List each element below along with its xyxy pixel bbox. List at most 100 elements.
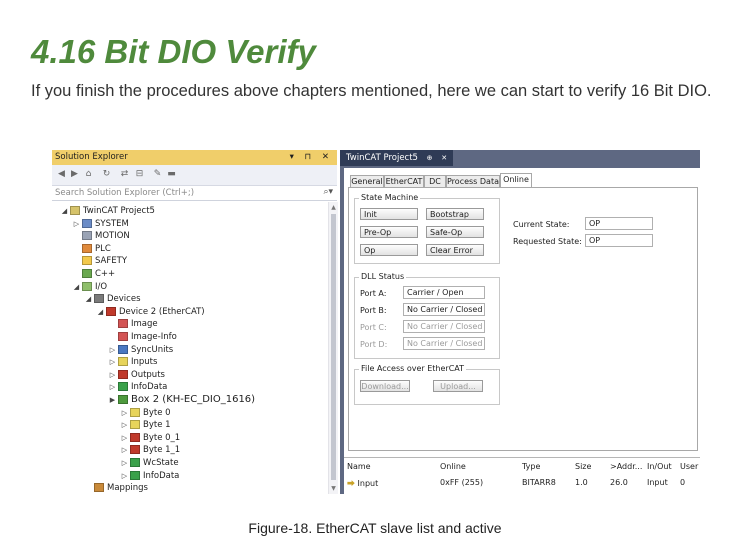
tree-item-label: InfoData: [143, 470, 180, 481]
scroll-down-icon[interactable]: ▼: [329, 485, 338, 492]
solution-explorer-panel: Solution Explorer ▾ ⊓ ✕ ◀ ▶ ⌂ ↻ ⇄ ⊟ ✎ ▬ …: [52, 150, 338, 494]
expand-arrow-icon[interactable]: ▷: [72, 218, 81, 230]
row-user: 0: [680, 478, 686, 487]
tree-item-label: WcState: [143, 458, 179, 468]
tree-node-icon: [82, 256, 92, 266]
tree-item[interactable]: ▷ Byte 1: [120, 419, 171, 431]
expand-arrow-icon[interactable]: ▷: [120, 457, 129, 469]
device-editor: General EtherCAT DC Process Data Online …: [344, 168, 700, 495]
expand-arrow-icon[interactable]: ◢: [72, 281, 81, 293]
expand-arrow-icon[interactable]: ▷: [108, 356, 117, 368]
expand-arrow-icon[interactable]: ▷: [108, 344, 117, 356]
column-header-size[interactable]: Size: [575, 462, 591, 471]
tree-item[interactable]: ▷ InfoData: [120, 470, 179, 482]
tree-item[interactable]: ◢ I/O: [72, 281, 107, 293]
tree-item[interactable]: ▷ SyncUnits: [108, 344, 173, 356]
tree-node-icon: [118, 395, 128, 404]
clear-error-button[interactable]: Clear Error: [426, 244, 484, 256]
bootstrap-button[interactable]: Bootstrap: [426, 208, 484, 220]
tree-item[interactable]: Mappings: [84, 482, 148, 494]
tree-item[interactable]: ▷ InfoData: [108, 381, 167, 393]
tree-item[interactable]: Image: [108, 318, 158, 330]
search-icon[interactable]: ⌕▾: [323, 187, 333, 197]
expand-arrow-icon[interactable]: ▷: [120, 444, 129, 456]
solution-explorer-titlebar: Solution Explorer ▾ ⊓ ✕: [52, 150, 337, 165]
requested-state-field: OP: [585, 234, 653, 247]
sync-icon[interactable]: ⇄: [119, 169, 130, 180]
online-tab-pane: State Machine Init Bootstrap Pre-Op Safe…: [348, 187, 698, 451]
forward-icon[interactable]: ▶: [69, 169, 80, 180]
expand-arrow-icon[interactable]: ▷: [120, 407, 129, 419]
tree-item[interactable]: PLC: [72, 243, 111, 255]
pre-op-button[interactable]: Pre-Op: [360, 226, 418, 238]
close-icon[interactable]: ✕: [441, 154, 447, 162]
tree-item[interactable]: MOTION: [72, 230, 130, 242]
solution-explorer-toolbar: ◀ ▶ ⌂ ↻ ⇄ ⊟ ✎ ▬: [52, 165, 337, 186]
preview-icon[interactable]: ▬: [166, 169, 177, 180]
tree-node-icon: [130, 407, 140, 417]
window-controls[interactable]: ▾ ⊓ ✕: [290, 152, 333, 162]
tree-item[interactable]: ▶ Box 2 (KH-EC_DIO_1616): [108, 394, 255, 406]
collapse-all-icon[interactable]: ⊟: [134, 169, 145, 180]
column-header-inout[interactable]: In/Out: [647, 462, 672, 471]
tree-item[interactable]: ▷ WcState: [120, 457, 179, 469]
expand-arrow-icon[interactable]: ▷: [120, 470, 129, 482]
tree-item[interactable]: ◢ Device 2 (EtherCAT): [96, 306, 205, 318]
expand-arrow-icon[interactable]: ▶: [108, 394, 117, 406]
column-header-name[interactable]: Name: [347, 462, 371, 471]
expand-arrow-icon[interactable]: ▷: [108, 369, 117, 381]
tree-node-icon: [130, 458, 140, 467]
pin-icon[interactable]: ⊕: [427, 154, 433, 162]
safe-op-button[interactable]: Safe-Op: [426, 226, 484, 238]
requested-state-label: Requested State:: [513, 237, 582, 246]
tree-item-label: Inputs: [131, 357, 158, 368]
tree-node-icon: [106, 306, 116, 316]
expand-arrow-icon[interactable]: ◢: [84, 293, 93, 305]
upload-button[interactable]: Upload...: [433, 380, 483, 392]
tree-node-icon: [118, 382, 128, 392]
back-icon[interactable]: ◀: [56, 169, 67, 180]
op-button[interactable]: Op: [360, 244, 418, 256]
tree-item[interactable]: ▷ SYSTEM: [72, 218, 129, 230]
expand-arrow-icon[interactable]: ▷: [120, 419, 129, 431]
port-c-label: Port C:: [360, 323, 387, 332]
tree-item[interactable]: ▷ Inputs: [108, 356, 157, 368]
column-header-user[interactable]: User: [680, 462, 698, 471]
expand-arrow-icon[interactable]: ◢: [96, 306, 105, 318]
home-icon[interactable]: ⌂: [83, 169, 94, 180]
tree-item[interactable]: ▷ Byte 1_1: [120, 444, 180, 456]
tree-item[interactable]: ▷ Outputs: [108, 369, 165, 381]
expand-arrow-icon[interactable]: ▷: [108, 381, 117, 393]
tree-item[interactable]: ◢ Devices: [84, 293, 141, 305]
scroll-up-icon[interactable]: ▲: [329, 204, 338, 211]
document-tab[interactable]: TwinCAT Project5 ⊕ ✕: [340, 150, 454, 166]
solution-explorer-search[interactable]: Search Solution Explorer (Ctrl+;) ⌕▾: [52, 186, 337, 201]
scroll-thumb[interactable]: [331, 214, 336, 480]
document-tab-label: TwinCAT Project5: [346, 153, 418, 163]
tree-item-label: PLC: [95, 243, 111, 254]
tree-node-icon: [70, 206, 80, 215]
tree-item[interactable]: ◢ TwinCAT Project5: [60, 205, 155, 217]
tree-item[interactable]: Image-Info: [108, 331, 177, 343]
download-button[interactable]: Download...: [360, 380, 410, 392]
history-icon[interactable]: ↻: [101, 169, 112, 180]
tree-item-label: Byte 1: [143, 420, 171, 431]
tree-scrollbar[interactable]: ▲ ▼: [328, 202, 338, 494]
tree-item-label: SAFETY: [95, 256, 128, 267]
expand-arrow-icon[interactable]: ▷: [120, 432, 129, 444]
column-header-type[interactable]: Type: [522, 462, 540, 471]
column-header-online[interactable]: Online: [440, 462, 466, 471]
tree-item-label: Image-Info: [131, 332, 177, 342]
port-a-field: Carrier / Open: [403, 286, 485, 299]
properties-icon[interactable]: ✎: [152, 169, 163, 180]
tree-item[interactable]: C++: [72, 268, 115, 280]
tree-item[interactable]: ▷ Byte 0: [120, 407, 171, 419]
tree-item[interactable]: ▷ Byte 0_1: [120, 432, 180, 444]
search-input[interactable]: Search Solution Explorer (Ctrl+;): [55, 188, 194, 198]
init-button[interactable]: Init: [360, 208, 418, 220]
column-header-addr[interactable]: >Addr...: [610, 462, 642, 471]
expand-arrow-icon[interactable]: ◢: [60, 205, 69, 217]
tree-item[interactable]: SAFETY: [72, 255, 127, 267]
tree-node-icon: [118, 319, 128, 329]
tree-node-icon: [130, 470, 140, 480]
